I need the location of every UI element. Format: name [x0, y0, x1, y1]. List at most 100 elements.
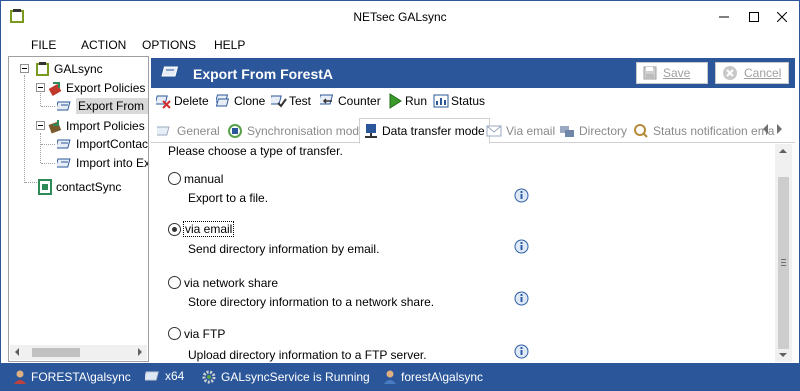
close-button[interactable] [765, 1, 799, 33]
info-icon[interactable] [514, 239, 529, 254]
scroll-up-icon[interactable] [779, 149, 787, 153]
status-user-text: FORESTA\galsync [31, 370, 131, 384]
minimize-button[interactable] [707, 1, 741, 33]
scrollbar-thumb[interactable] [32, 348, 80, 357]
status-icon [433, 94, 449, 108]
general-icon [157, 126, 170, 136]
run-label: Run [405, 94, 428, 108]
menu-help[interactable]: HELP [214, 38, 245, 52]
scrollbar-thumb[interactable] [778, 177, 789, 349]
info-icon[interactable] [514, 188, 529, 203]
status-label: Status [451, 94, 486, 108]
contactsync-icon [38, 179, 52, 195]
tree-collapse-toggle[interactable] [20, 64, 29, 73]
clone-button[interactable]: Clone [216, 93, 265, 109]
run-button[interactable]: Run [387, 93, 427, 109]
policy-document-icon [161, 66, 179, 77]
title-bar: NETsec GALsync [1, 1, 799, 33]
tree-item-import-into-exchange[interactable]: Import into Exc [57, 154, 149, 172]
cancel-button[interactable]: Cancel [715, 62, 789, 84]
tree-line [41, 106, 55, 107]
menu-options[interactable]: OPTIONS [142, 38, 196, 52]
test-label: Test [289, 94, 312, 108]
save-button[interactable]: Save [636, 62, 708, 84]
tab-directory[interactable]: Directory [559, 119, 627, 143]
scroll-down-icon[interactable] [779, 353, 787, 357]
status-button[interactable]: Status [433, 93, 485, 109]
tab-synchronisation-mode[interactable]: Synchronisation mode [227, 119, 366, 143]
status-architecture-text: x64 [165, 369, 185, 383]
status-bar: FORESTA\galsync x64 GALsyncService is Ru… [1, 363, 799, 391]
user-icon [14, 370, 26, 384]
radio-via-network-share[interactable] [168, 276, 181, 289]
scroll-right-icon[interactable] [138, 348, 142, 356]
menu-bar: FILE ACTION OPTIONS HELP [1, 34, 799, 55]
radio-via-email[interactable] [168, 223, 181, 236]
content-vertical-scrollbar[interactable] [775, 144, 792, 362]
scrollbar-grip [781, 262, 786, 263]
radio-via-ftp[interactable] [168, 327, 181, 340]
tree-item-export-from-foresta[interactable]: Export From F [57, 97, 148, 115]
test-icon [271, 95, 287, 108]
option-label-via-email[interactable]: via email [182, 221, 235, 237]
tree-line [40, 93, 41, 106]
policy-document-icon [57, 158, 71, 168]
scrollbar-grip [781, 259, 786, 260]
tree-item-importcontact[interactable]: ImportContact [57, 135, 149, 153]
tab-label: Synchronisation mode [247, 124, 366, 138]
sync-icon [228, 124, 242, 138]
tree-line [41, 144, 55, 145]
status-account-text: forestA\galsync [401, 370, 484, 384]
tabs-scroll-left-icon[interactable] [763, 124, 768, 134]
tree-item-galsync[interactable]: GALsync [35, 60, 103, 78]
option-label-text: via email [182, 221, 235, 237]
scroll-left-icon[interactable] [15, 348, 19, 356]
status-service: GALsyncService is Running [201, 369, 370, 385]
directory-icon [560, 126, 574, 137]
tree-item-export-policies[interactable]: Export Policies [47, 79, 145, 97]
counter-button[interactable]: Counter [320, 93, 381, 109]
delete-button[interactable]: Delete [156, 93, 209, 109]
maximize-icon [749, 12, 759, 22]
tree-collapse-toggle[interactable] [36, 83, 45, 92]
tab-status-notification-email[interactable]: Status notification ema [633, 119, 774, 143]
status-service-text: GALsyncService is Running [221, 370, 370, 384]
tree-item-label: GALsync [54, 62, 103, 76]
account-icon [384, 370, 396, 384]
tree-collapse-toggle[interactable] [36, 121, 45, 130]
option-label-manual[interactable]: manual [184, 172, 223, 186]
galsync-icon [36, 62, 49, 76]
tree-item-label: Import into Exc [76, 156, 149, 170]
tree-item-import-policies[interactable]: Import Policies [47, 117, 145, 135]
option-label-via-network-share[interactable]: via network share [184, 276, 278, 290]
tab-label: Data transfer mode [382, 124, 485, 138]
service-gear-icon [202, 370, 216, 384]
policy-toolbar: Delete Clone Test Counter Run Status [151, 89, 795, 113]
notification-icon [634, 124, 648, 138]
tree-line [40, 133, 41, 163]
tree-horizontal-scrollbar[interactable] [10, 345, 147, 360]
tab-via-email[interactable]: Via email [486, 119, 555, 143]
option-label-via-ftp[interactable]: via FTP [184, 327, 225, 341]
info-icon[interactable] [514, 291, 529, 306]
status-account: forestA\galsync [383, 369, 483, 385]
policy-header: Export From ForestA Save Cancel [151, 58, 795, 88]
tree-item-contactsync[interactable]: contactSync [37, 178, 121, 196]
policy-title: Export From ForestA [193, 66, 334, 82]
status-user: FORESTA\galsync [13, 369, 131, 385]
tree-item-label: Import Policies [66, 119, 145, 133]
tab-data-transfer-mode[interactable]: Data transfer mode [359, 118, 490, 144]
tab-general[interactable]: General [157, 119, 220, 143]
transfer-prompt: Please choose a type of transfer. [168, 144, 343, 158]
info-icon[interactable] [514, 344, 529, 359]
test-button[interactable]: Test [271, 93, 311, 109]
menu-file[interactable]: FILE [31, 38, 56, 52]
menu-action[interactable]: ACTION [81, 38, 126, 52]
close-icon [777, 12, 787, 22]
tree-item-label: contactSync [56, 180, 122, 194]
tree-item-label: Export From F [76, 98, 148, 114]
cancel-icon [723, 66, 737, 80]
tabs-scroll-right-icon[interactable] [777, 124, 782, 134]
tree-item-label: ImportContact [76, 137, 149, 151]
radio-manual[interactable] [168, 172, 181, 185]
